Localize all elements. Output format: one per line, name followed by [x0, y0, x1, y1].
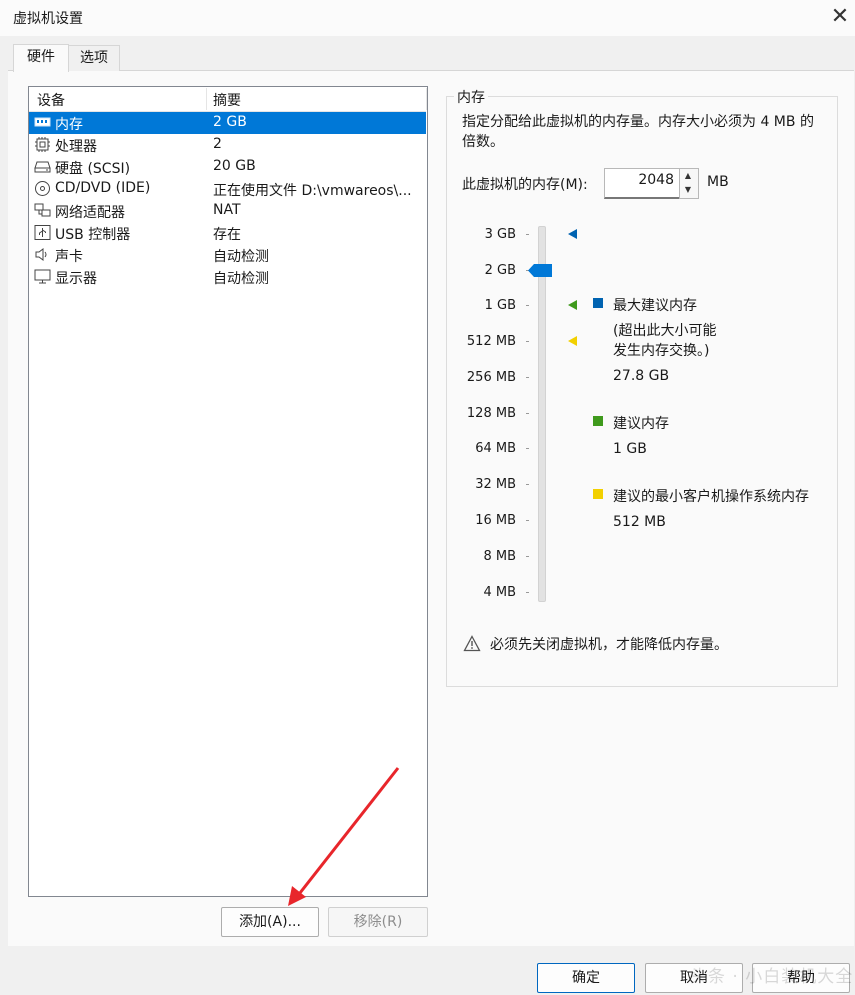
scale-label: 4 MB	[483, 585, 516, 600]
title-bar	[0, 0, 855, 36]
device-summary: 20 GB	[213, 158, 256, 174]
recommended-value: 1 GB	[613, 441, 647, 457]
watermark: 头条 · 小白装机大全	[690, 967, 854, 987]
minimum-swatch	[593, 489, 603, 499]
memory-input-value[interactable]: 2048	[604, 172, 674, 188]
device-row-cd-dvd[interactable]: CD/DVD (IDE) 正在使用文件 D:\vmwareos\...	[29, 178, 426, 200]
device-row-sound-card[interactable]: 声卡 自动检测	[29, 244, 426, 266]
max-recommended-title: 最大建议内存	[613, 298, 697, 314]
minimum-title: 建议的最小客户机操作系统内存	[613, 489, 809, 505]
device-summary: 2	[213, 136, 222, 152]
max-recommended-marker	[568, 229, 577, 239]
scale-label: 2 GB	[484, 263, 516, 278]
warning-icon	[463, 635, 481, 652]
device-name: USB 控制器	[55, 227, 131, 243]
device-summary: NAT	[213, 202, 241, 218]
device-row-usb-controller[interactable]: USB 控制器 存在	[29, 222, 426, 244]
scale-label: 3 GB	[484, 227, 516, 242]
hard-disk-icon	[34, 161, 51, 173]
cd-dvd-icon	[35, 181, 50, 196]
add-device-button[interactable]: 添加(A)...	[221, 907, 319, 937]
memory-icon	[34, 117, 51, 127]
scale-label: 128 MB	[466, 406, 516, 421]
device-name: 网络适配器	[55, 205, 125, 221]
network-adapter-icon	[34, 203, 51, 217]
recommended-swatch	[593, 416, 603, 426]
scale-tick	[526, 448, 529, 449]
spin-up-icon[interactable]: ▲	[680, 169, 696, 183]
ok-button[interactable]: 确定	[537, 963, 635, 993]
scale-label: 8 MB	[483, 549, 516, 564]
memory-field-label: 此虚拟机的内存(M):	[462, 177, 588, 193]
scale-label: 64 MB	[475, 441, 516, 456]
remove-device-button[interactable]: 移除(R)	[328, 907, 428, 937]
recommended-title: 建议内存	[613, 416, 669, 432]
scale-tick	[526, 305, 529, 306]
memory-unit: MB	[707, 174, 729, 190]
memory-group-title: 内存	[454, 87, 488, 107]
minimum-value: 512 MB	[613, 514, 666, 530]
scale-tick	[526, 520, 529, 521]
scale-tick	[526, 484, 529, 485]
tab-strip	[0, 36, 855, 71]
device-name: CD/DVD (IDE)	[55, 180, 151, 196]
scale-tick	[526, 341, 529, 342]
scale-label: 1 GB	[484, 298, 516, 313]
device-summary: 自动检测	[213, 271, 269, 287]
device-summary: 自动检测	[213, 249, 269, 265]
warning-text: 必须先关闭虚拟机，才能降低内存量。	[490, 637, 728, 653]
device-name: 声卡	[55, 249, 83, 265]
memory-description: 指定分配给此虚拟机的内存量。内存大小必须为 4 MB 的倍数。	[462, 114, 814, 150]
device-row-network-adapter[interactable]: 网络适配器 NAT	[29, 200, 426, 222]
column-separator	[206, 88, 207, 110]
minimum-marker	[568, 336, 577, 346]
device-name: 内存	[55, 117, 83, 133]
tab-options[interactable]: 选项	[68, 45, 120, 71]
scale-label: 512 MB	[466, 334, 516, 349]
device-row-hard-disk[interactable]: 硬盘 (SCSI) 20 GB	[29, 156, 426, 178]
device-summary: 2 GB	[213, 114, 247, 130]
tab-hardware[interactable]: 硬件	[13, 44, 69, 72]
device-row-processor[interactable]: 处理器 2	[29, 134, 426, 156]
device-name: 硬盘 (SCSI)	[55, 161, 131, 177]
max-recommended-swatch	[593, 298, 603, 308]
memory-slider-thumb[interactable]	[528, 264, 552, 277]
max-recommended-note: (超出此大小可能 发生内存交换。)	[613, 323, 717, 359]
scale-tick	[526, 377, 529, 378]
column-header-device[interactable]: 设备	[37, 90, 65, 110]
scale-tick	[526, 592, 529, 593]
device-row-memory[interactable]: 内存 2 GB	[29, 112, 426, 134]
sound-icon	[35, 248, 47, 261]
device-summary: 存在	[213, 227, 241, 243]
memory-slider-track[interactable]	[538, 226, 546, 602]
device-row-display[interactable]: 显示器 自动检测	[29, 266, 426, 288]
device-summary: 正在使用文件 D:\vmwareos\...	[213, 183, 412, 199]
scale-label: 16 MB	[475, 513, 516, 528]
max-recommended-value: 27.8 GB	[613, 368, 670, 384]
scale-label: 256 MB	[466, 370, 516, 385]
scale-tick	[526, 234, 529, 235]
device-name: 处理器	[55, 139, 97, 155]
scale-label: 32 MB	[475, 477, 516, 492]
spin-down-icon[interactable]: ▼	[680, 183, 696, 197]
column-separator	[426, 88, 427, 110]
usb-icon	[34, 225, 51, 240]
window-title: 虚拟机设置	[13, 11, 83, 27]
scale-tick	[526, 556, 529, 557]
scale-tick	[526, 413, 529, 414]
annotation-arrow-icon	[288, 767, 400, 906]
column-header-summary[interactable]: 摘要	[213, 90, 241, 110]
close-icon[interactable]: ✕	[828, 4, 852, 30]
recommended-marker	[568, 300, 577, 310]
device-name: 显示器	[55, 271, 97, 287]
cpu-icon	[35, 137, 50, 152]
display-icon	[34, 269, 51, 284]
